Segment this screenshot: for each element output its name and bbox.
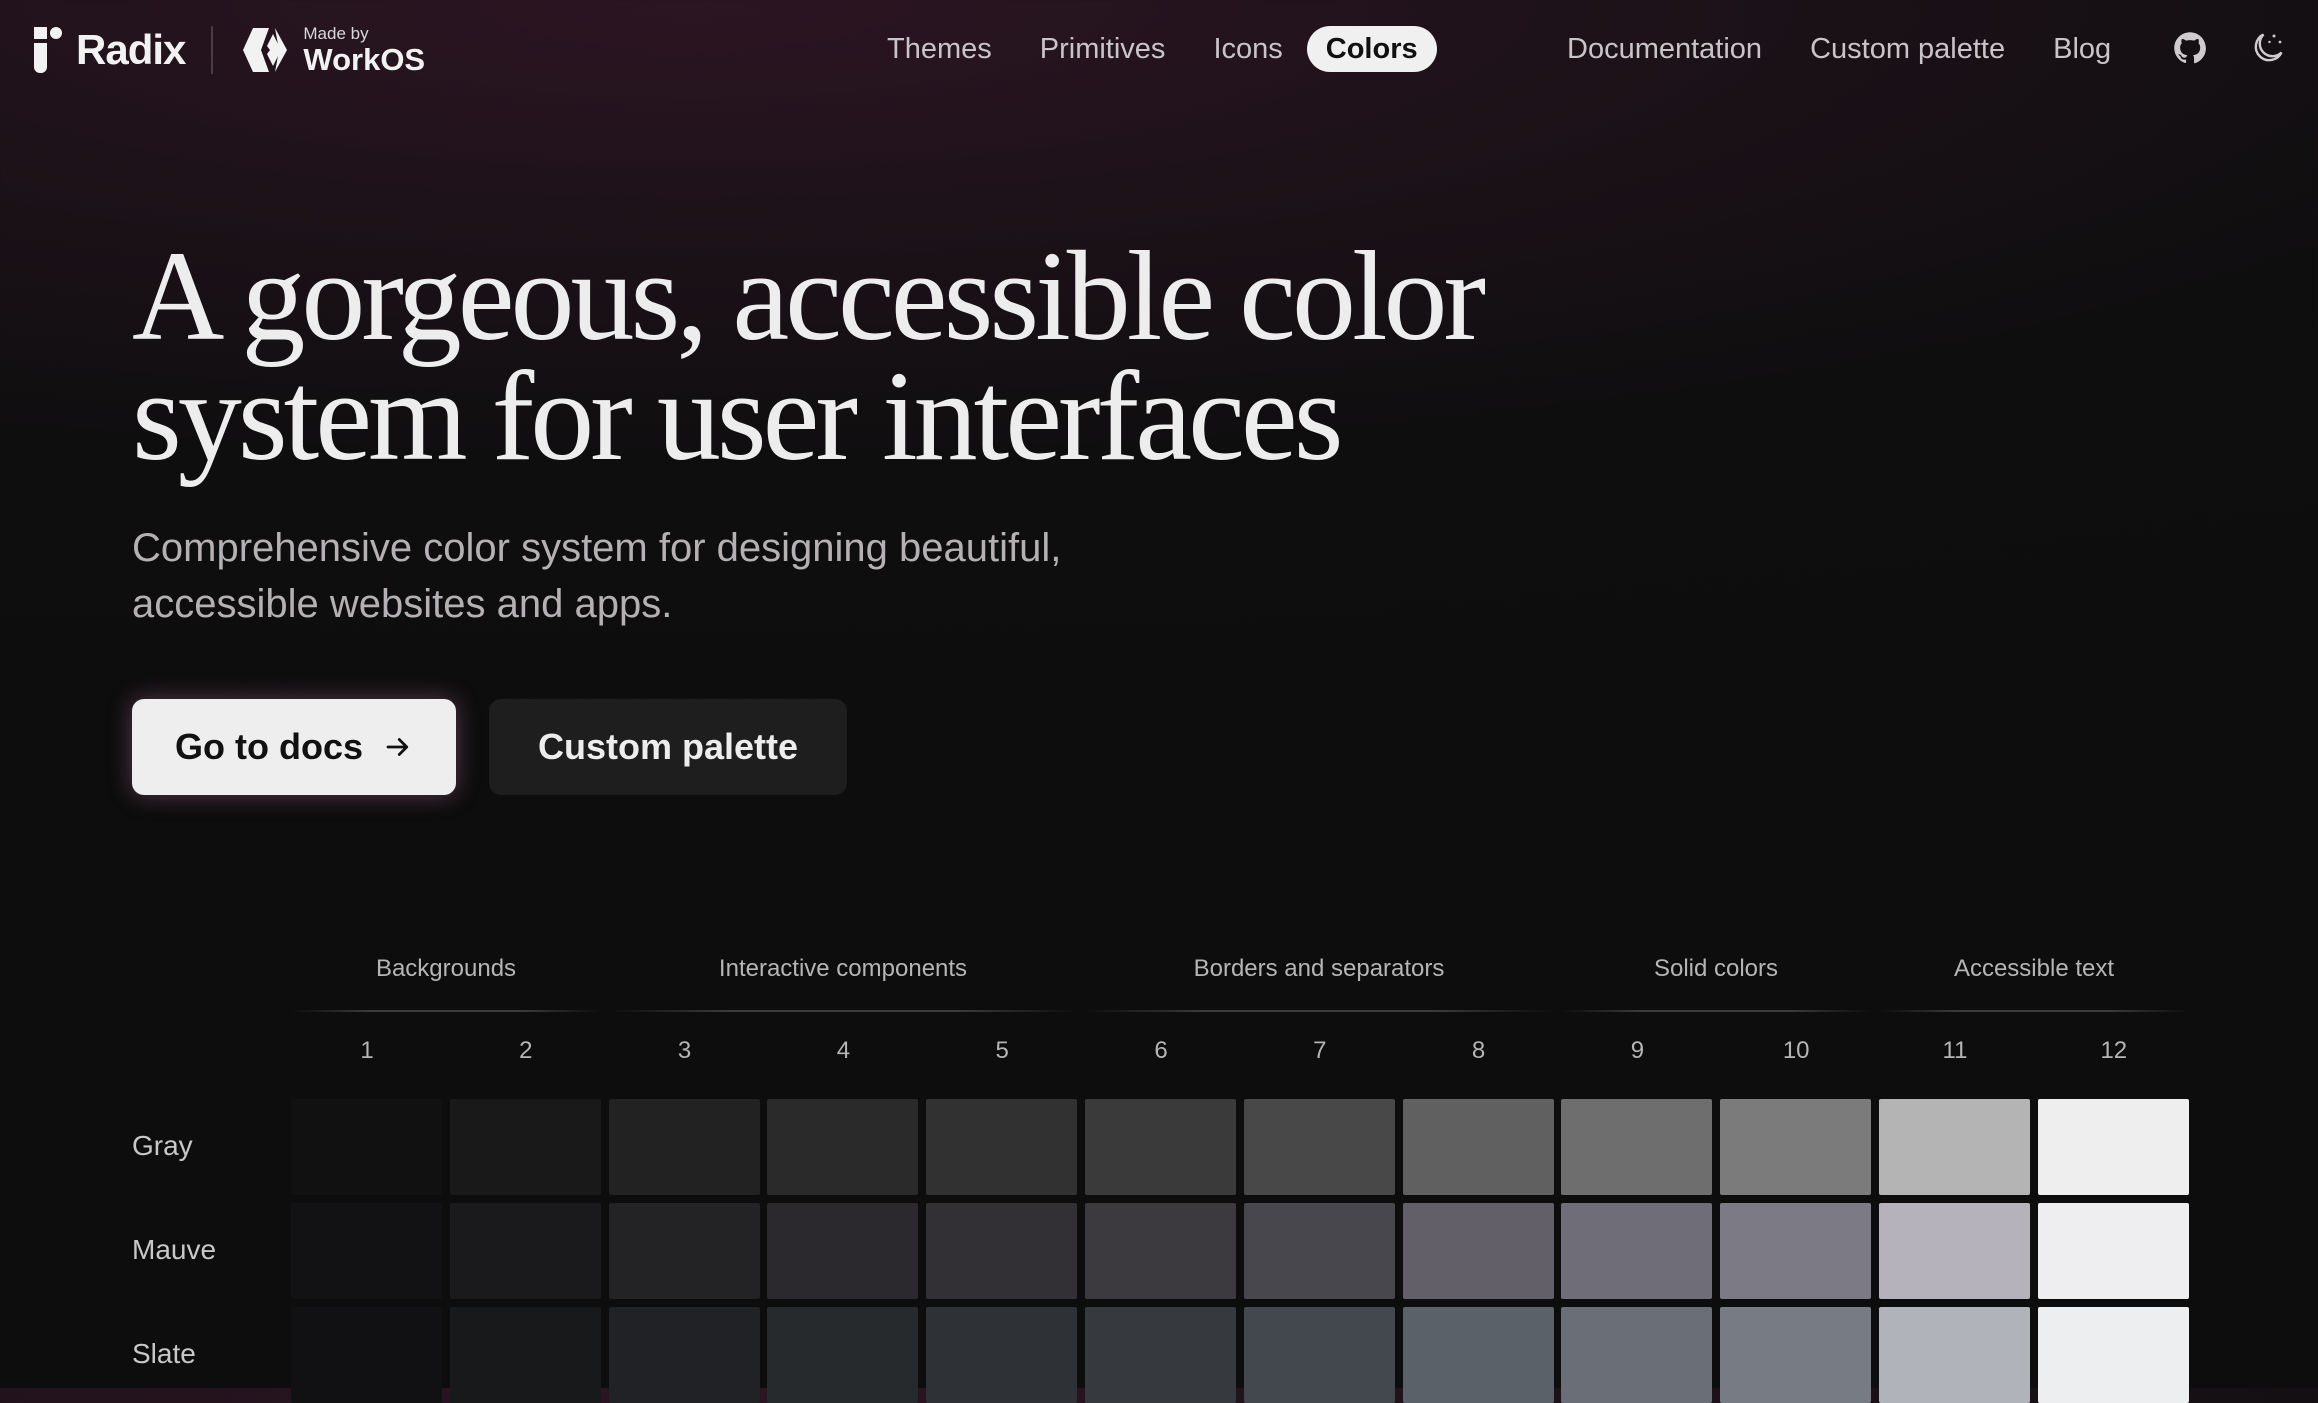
color-swatch-slate-11[interactable] (1879, 1307, 2030, 1403)
step-number: 10 (1782, 1037, 1810, 1064)
page-title: A gorgeous, accessible color system for … (132, 225, 1486, 487)
group-divider (1561, 1010, 1871, 1012)
nav-blog[interactable]: Blog (2029, 26, 2135, 72)
group-label-solid: Solid colors (1653, 955, 1779, 982)
color-swatch-slate-3[interactable] (608, 1307, 760, 1403)
group-divider (609, 1010, 1077, 1012)
step-number: 2 (519, 1037, 533, 1064)
step-number: 7 (1313, 1037, 1327, 1064)
color-swatch-gray-4[interactable] (767, 1099, 919, 1195)
color-swatch-slate-12[interactable] (2037, 1307, 2189, 1403)
nav-colors[interactable]: Colors (1306, 26, 1437, 72)
color-swatch-mauve-4[interactable] (767, 1203, 919, 1299)
color-swatch-slate-1[interactable] (291, 1307, 442, 1403)
group-label-backgrounds: Backgrounds (375, 955, 517, 982)
step-number: 1 (360, 1037, 374, 1064)
group-divider (1085, 1010, 1553, 1012)
theme-toggle-icon[interactable] (2250, 30, 2286, 66)
color-swatch-mauve-11[interactable] (1879, 1203, 2030, 1299)
nav-primitives[interactable]: Primitives (1016, 26, 1190, 72)
made-by-workos[interactable]: Made by WorkOS (303, 25, 425, 75)
color-swatch-gray-3[interactable] (608, 1099, 760, 1195)
go-to-docs-button[interactable]: Go to docs (132, 699, 456, 795)
row-label-slate: Slate (132, 1338, 196, 1369)
color-swatch-gray-11[interactable] (1879, 1099, 2030, 1195)
color-swatch-slate-4[interactable] (767, 1307, 919, 1403)
made-by-label: Made by (303, 24, 369, 43)
group-label-text: Accessible text (1953, 955, 2115, 982)
radix-logo[interactable]: Radix Made by WorkOS (34, 24, 425, 76)
group-divider (291, 1010, 601, 1012)
color-swatch-mauve-6[interactable] (1085, 1203, 1236, 1299)
color-swatch-mauve-8[interactable] (1402, 1203, 1554, 1299)
nav-documentation[interactable]: Documentation (1543, 26, 1786, 72)
brand-name: Radix (76, 26, 186, 73)
github-icon[interactable] (2172, 30, 2208, 66)
color-swatch-gray-7[interactable] (1243, 1099, 1395, 1195)
group-label-interactive: Interactive components (718, 955, 968, 982)
arrow-right-icon (386, 738, 409, 756)
color-swatch-gray-8[interactable] (1402, 1099, 1554, 1195)
color-swatch-gray-12[interactable] (2037, 1099, 2189, 1195)
color-swatch-slate-6[interactable] (1085, 1307, 1236, 1403)
color-swatch-slate-8[interactable] (1402, 1307, 1554, 1403)
color-swatch-slate-7[interactable] (1243, 1307, 1395, 1403)
nav-custom-palette[interactable]: Custom palette (1786, 26, 2029, 72)
color-swatch-mauve-3[interactable] (608, 1203, 760, 1299)
step-number: 5 (995, 1037, 1009, 1064)
row-label-mauve: Mauve (132, 1234, 217, 1265)
color-swatch-mauve-1[interactable] (291, 1203, 442, 1299)
step-number: 4 (836, 1037, 851, 1064)
color-swatch-slate-5[interactable] (926, 1307, 1078, 1403)
step-number: 11 (1942, 1037, 1968, 1064)
nav-icons[interactable]: Icons (1189, 26, 1306, 72)
site-header: Radix Made by WorkOS Themes Primitives I… (0, 0, 2318, 100)
logo-divider (211, 26, 214, 74)
row-label-gray: Gray (132, 1130, 193, 1161)
color-swatch-mauve-7[interactable] (1243, 1203, 1395, 1299)
color-swatch-gray-9[interactable] (1561, 1099, 1713, 1195)
workos-label: WorkOS (303, 42, 426, 77)
step-number: 9 (1630, 1037, 1645, 1064)
group-label-borders: Borders and separators (1193, 955, 1445, 982)
color-swatch-mauve-12[interactable] (2037, 1203, 2189, 1299)
color-swatch-mauve-2[interactable] (449, 1203, 601, 1299)
primary-nav: Themes Primitives Icons Colors (863, 26, 1437, 72)
color-swatch-mauve-10[interactable] (1720, 1203, 1872, 1299)
color-swatch-slate-10[interactable] (1720, 1307, 1872, 1403)
custom-palette-button[interactable]: Custom palette (489, 699, 847, 795)
color-swatch-gray-1[interactable] (291, 1099, 442, 1195)
color-swatch-gray-10[interactable] (1720, 1099, 1872, 1195)
color-swatch-mauve-5[interactable] (926, 1203, 1078, 1299)
secondary-nav: Documentation Custom palette Blog (1543, 26, 2135, 72)
step-number: 3 (677, 1037, 692, 1064)
custom-palette-label: Custom palette (537, 726, 799, 767)
radix-logo-icon (34, 27, 62, 73)
step-number: 12 (2100, 1037, 2128, 1064)
color-swatch-slate-9[interactable] (1561, 1307, 1713, 1403)
color-swatch-mauve-9[interactable] (1561, 1203, 1713, 1299)
color-swatch-gray-2[interactable] (449, 1099, 601, 1195)
go-to-docs-label: Go to docs (175, 726, 363, 767)
color-swatch-gray-5[interactable] (926, 1099, 1078, 1195)
step-number: 8 (1471, 1037, 1486, 1064)
hero-subtitle: Comprehensive color system for designing… (132, 526, 1062, 626)
group-divider (1879, 1010, 2189, 1012)
nav-themes[interactable]: Themes (863, 26, 1016, 72)
workos-logo-icon (243, 28, 288, 72)
step-number: 6 (1154, 1037, 1168, 1064)
color-swatch-slate-2[interactable] (449, 1307, 601, 1403)
color-swatch-gray-6[interactable] (1085, 1099, 1236, 1195)
